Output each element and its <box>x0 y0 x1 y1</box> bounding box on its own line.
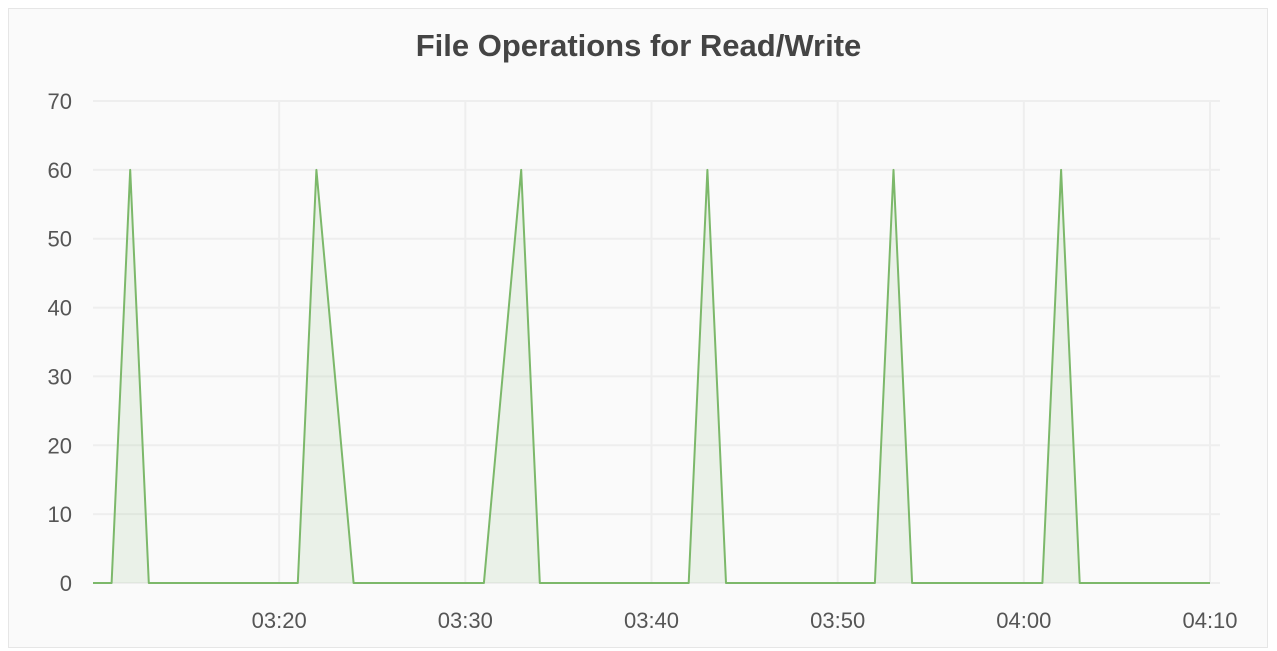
x-tick-label: 03:50 <box>810 608 865 633</box>
y-tick-label: 0 <box>60 571 72 596</box>
x-tick-label: 04:10 <box>1182 608 1237 633</box>
y-tick-label: 30 <box>48 364 72 389</box>
x-tick-label: 03:20 <box>252 608 307 633</box>
x-tick-label: 03:30 <box>438 608 493 633</box>
x-tick-label: 04:00 <box>996 608 1051 633</box>
chart-plot: 0 10 20 30 40 50 60 70 03:20 03:30 03:40 03:50 04:0… <box>48 89 1238 633</box>
y-tick-label: 60 <box>48 158 72 183</box>
y-axis: 0 10 20 30 40 50 60 70 <box>48 89 72 596</box>
y-tick-label: 20 <box>48 433 72 458</box>
x-axis: 03:20 03:30 03:40 03:50 04:00 04:10 <box>252 608 1238 633</box>
y-tick-label: 50 <box>48 227 72 252</box>
y-tick-label: 70 <box>48 89 72 114</box>
y-tick-label: 10 <box>48 502 72 527</box>
y-tick-label: 40 <box>48 296 72 321</box>
x-tick-label: 03:40 <box>624 608 679 633</box>
